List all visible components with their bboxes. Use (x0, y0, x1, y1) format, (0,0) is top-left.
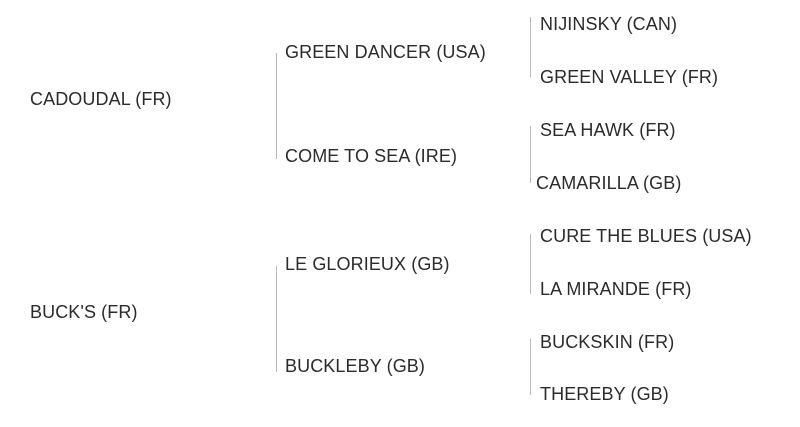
connector-dam-line (276, 266, 277, 372)
connector-green-dancer (530, 17, 531, 77)
dam-sire-name: LE GLORIEUX (GB) (285, 254, 450, 274)
connector-le-glorieux (530, 234, 531, 294)
dd-sire-name: BUCKSKIN (FR) (540, 332, 675, 352)
sire-name: CADOUDAL (FR) (30, 89, 172, 109)
dam-name: BUCK'S (FR) (30, 302, 138, 322)
connector-sire-line (276, 53, 277, 159)
sire-dam-name: COME TO SEA (IRE) (285, 146, 458, 166)
sire-sire-name: GREEN DANCER (USA) (285, 42, 486, 62)
ds-dam-name: LA MIRANDE (FR) (540, 279, 692, 299)
connector-come-to-sea (530, 126, 531, 183)
sd-sire-name: SEA HAWK (FR) (540, 120, 676, 140)
ds-sire-name: CURE THE BLUES (USA) (540, 226, 752, 246)
dd-dam-name: THEREBY (GB) (540, 384, 669, 404)
connector-buckleby (530, 339, 531, 395)
ss-sire-name: NIJINSKY (CAN) (540, 14, 678, 34)
sd-dam-name: CAMARILLA (GB) (536, 173, 682, 193)
ss-dam-name: GREEN VALLEY (FR) (540, 67, 719, 87)
dam-dam-name: BUCKLEBY (GB) (285, 356, 426, 376)
pedigree-chart: CADOUDAL (FR) BUCK'S (FR) GREEN DANCER (… (0, 0, 800, 427)
